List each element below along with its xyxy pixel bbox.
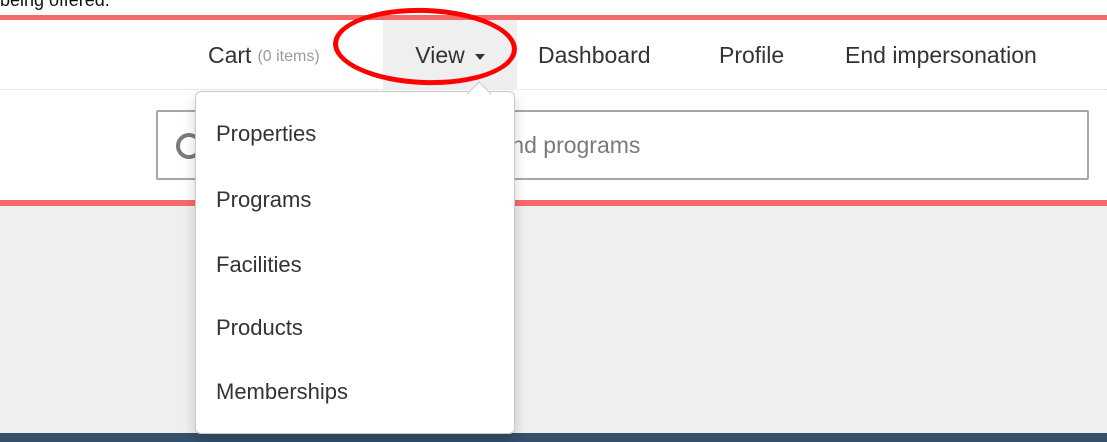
dropdown-item-programs[interactable]: Programs bbox=[216, 185, 311, 215]
profile-link[interactable]: Profile bbox=[706, 20, 797, 90]
view-dropdown-menu: Properties Programs Facilities Products … bbox=[195, 91, 515, 434]
dropdown-item-label: Properties bbox=[216, 121, 317, 146]
dropdown-item-products[interactable]: Products bbox=[216, 313, 303, 343]
view-menu-button[interactable]: View bbox=[383, 20, 517, 90]
dropdown-item-label: Memberships bbox=[216, 379, 349, 404]
dropdown-item-label: Products bbox=[216, 315, 303, 340]
dropdown-item-label: Programs bbox=[216, 187, 312, 212]
chevron-down-icon bbox=[474, 53, 485, 60]
dropdown-item-label: Facilities bbox=[216, 252, 302, 277]
dashboard-label: Dashboard bbox=[538, 41, 651, 68]
cart-link[interactable]: Cart (0 items) bbox=[195, 20, 333, 90]
profile-label: Profile bbox=[719, 41, 785, 68]
caption-fragment: being offered. bbox=[0, 0, 110, 10]
dashboard-link[interactable]: Dashboard bbox=[525, 20, 664, 90]
dropdown-item-properties[interactable]: Properties bbox=[216, 119, 316, 149]
cart-item-count: (0 items) bbox=[257, 47, 320, 65]
blue-footer-band bbox=[0, 433, 1107, 442]
hero-background bbox=[0, 206, 1107, 433]
screenshot-root: being offered. Cart (0 items) View Dashb… bbox=[0, 0, 1107, 442]
end-impersonation-label: End impersonation bbox=[845, 41, 1037, 68]
end-impersonation-link[interactable]: End impersonation bbox=[832, 20, 1050, 90]
dropdown-item-memberships[interactable]: Memberships bbox=[216, 377, 348, 407]
dropdown-item-facilities[interactable]: Facilities bbox=[216, 250, 302, 280]
cart-label: Cart bbox=[208, 41, 252, 68]
view-label: View bbox=[415, 41, 465, 68]
